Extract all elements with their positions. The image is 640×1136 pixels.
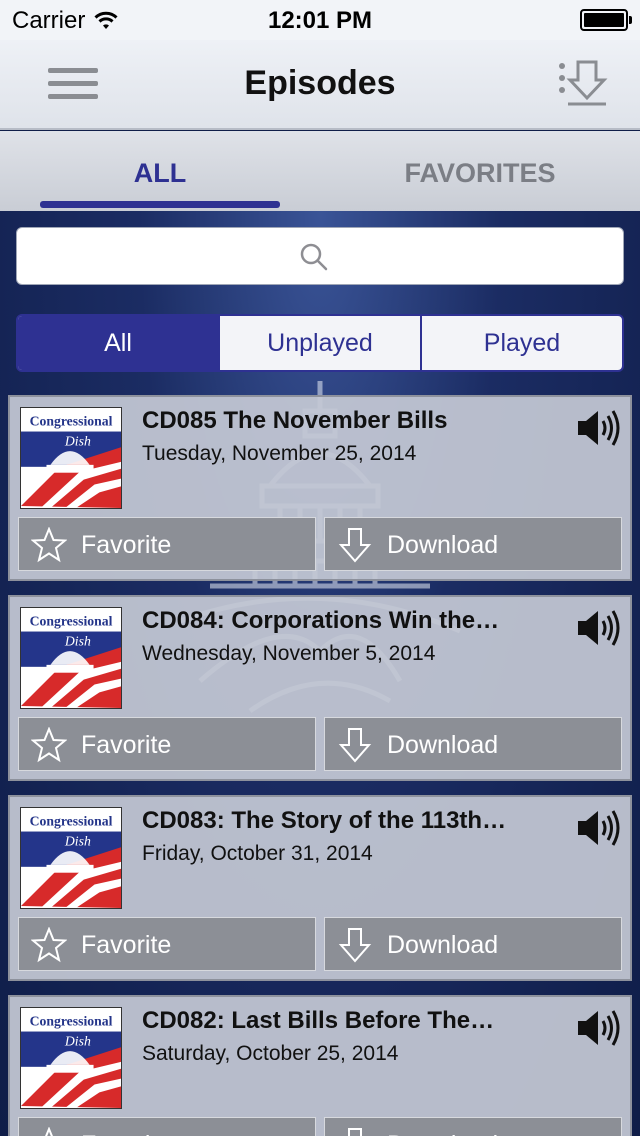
episode-date: Saturday, October 25, 2014 [142, 1042, 399, 1065]
episode-date: Wednesday, November 5, 2014 [142, 642, 436, 665]
download-button[interactable]: Download [324, 1117, 622, 1136]
svg-text:Congressional: Congressional [30, 1014, 113, 1029]
download-arrow-icon [348, 1128, 362, 1136]
episode-title: CD082: Last Bills Before The… [142, 1007, 495, 1034]
episode-title: CD085 The November Bills [142, 407, 448, 434]
star-icon [31, 727, 67, 763]
episode-title: CD084: Corporations Win the… [142, 607, 500, 634]
filter-unplayed[interactable]: Unplayed [220, 316, 422, 370]
status-time: 12:01 PM [267, 7, 373, 34]
search-icon [300, 243, 328, 271]
favorite-button[interactable]: Favorite [18, 517, 316, 571]
page-title: Episodes [244, 64, 396, 102]
svg-text:Congressional: Congressional [30, 814, 113, 829]
svg-text:Dish: Dish [64, 1033, 91, 1048]
episode-date: Friday, October 31, 2014 [142, 842, 373, 865]
star-icon [31, 927, 67, 963]
active-tab-indicator [40, 201, 280, 208]
download-button[interactable]: Download [324, 917, 622, 971]
download-arrow-icon [338, 928, 372, 963]
podcast-artwork: Congressional Dish [20, 807, 122, 909]
download-arrow-icon [338, 528, 372, 563]
episode-card[interactable]: Congressional Dish CD085 The November Bi… [8, 395, 632, 581]
download-queue-icon[interactable] [556, 58, 612, 110]
speaker-icon[interactable] [576, 407, 620, 449]
download-label: Download [387, 731, 499, 759]
speaker-icon[interactable] [576, 1007, 620, 1049]
podcast-artwork: Congressional Dish [20, 407, 122, 509]
favorite-button[interactable]: Favorite [18, 917, 316, 971]
download-label: Download [387, 531, 499, 559]
podcast-artwork: Congressional Dish [20, 1007, 122, 1109]
played-filter-control: All Unplayed Played [16, 314, 624, 372]
favorite-button[interactable]: Favorite [18, 1117, 316, 1136]
svg-text:Congressional: Congressional [30, 414, 113, 429]
favorite-button[interactable]: Favorite [18, 717, 316, 771]
download-label: Download [387, 1131, 498, 1136]
tab-all[interactable]: ALL [0, 131, 320, 211]
episode-card[interactable]: Congressional Dish CD083: The Story of t… [8, 795, 632, 981]
episode-tabs: ALL FAVORITES [0, 131, 640, 211]
speaker-icon[interactable] [576, 807, 620, 849]
episode-date: Tuesday, November 25, 2014 [142, 442, 417, 465]
star-icon [45, 1127, 53, 1136]
svg-text:Dish: Dish [64, 833, 91, 848]
tab-favorites[interactable]: FAVORITES [320, 131, 640, 211]
favorite-label: Favorite [81, 531, 172, 559]
filter-played[interactable]: Played [422, 316, 622, 370]
favorite-label: Favorite [81, 1131, 171, 1136]
svg-text:Congressional: Congressional [30, 614, 113, 629]
download-button[interactable]: Download [324, 717, 622, 771]
episode-title: CD083: The Story of the 113th… [142, 807, 507, 834]
download-button[interactable]: Download [324, 517, 622, 571]
svg-text:Dish: Dish [64, 433, 91, 448]
download-label: Download [387, 931, 499, 959]
status-bar: Carrier 12:01 PM [0, 0, 640, 40]
podcast-artwork: Congressional Dish [20, 607, 122, 709]
filter-all[interactable]: All [18, 316, 220, 370]
episode-card[interactable]: Congressional Dish CD082: Last Bills Bef… [8, 995, 632, 1136]
svg-text:Dish: Dish [64, 633, 91, 648]
navigation-bar: Episodes [0, 40, 640, 130]
download-arrow-icon [338, 728, 372, 763]
episode-card[interactable]: Congressional Dish CD084: Corporations W… [8, 595, 632, 781]
speaker-icon[interactable] [576, 607, 620, 649]
star-icon [31, 527, 67, 563]
search-field[interactable] [16, 227, 624, 285]
battery-icon [580, 9, 632, 31]
favorite-label: Favorite [81, 931, 172, 959]
favorite-label: Favorite [81, 731, 172, 759]
